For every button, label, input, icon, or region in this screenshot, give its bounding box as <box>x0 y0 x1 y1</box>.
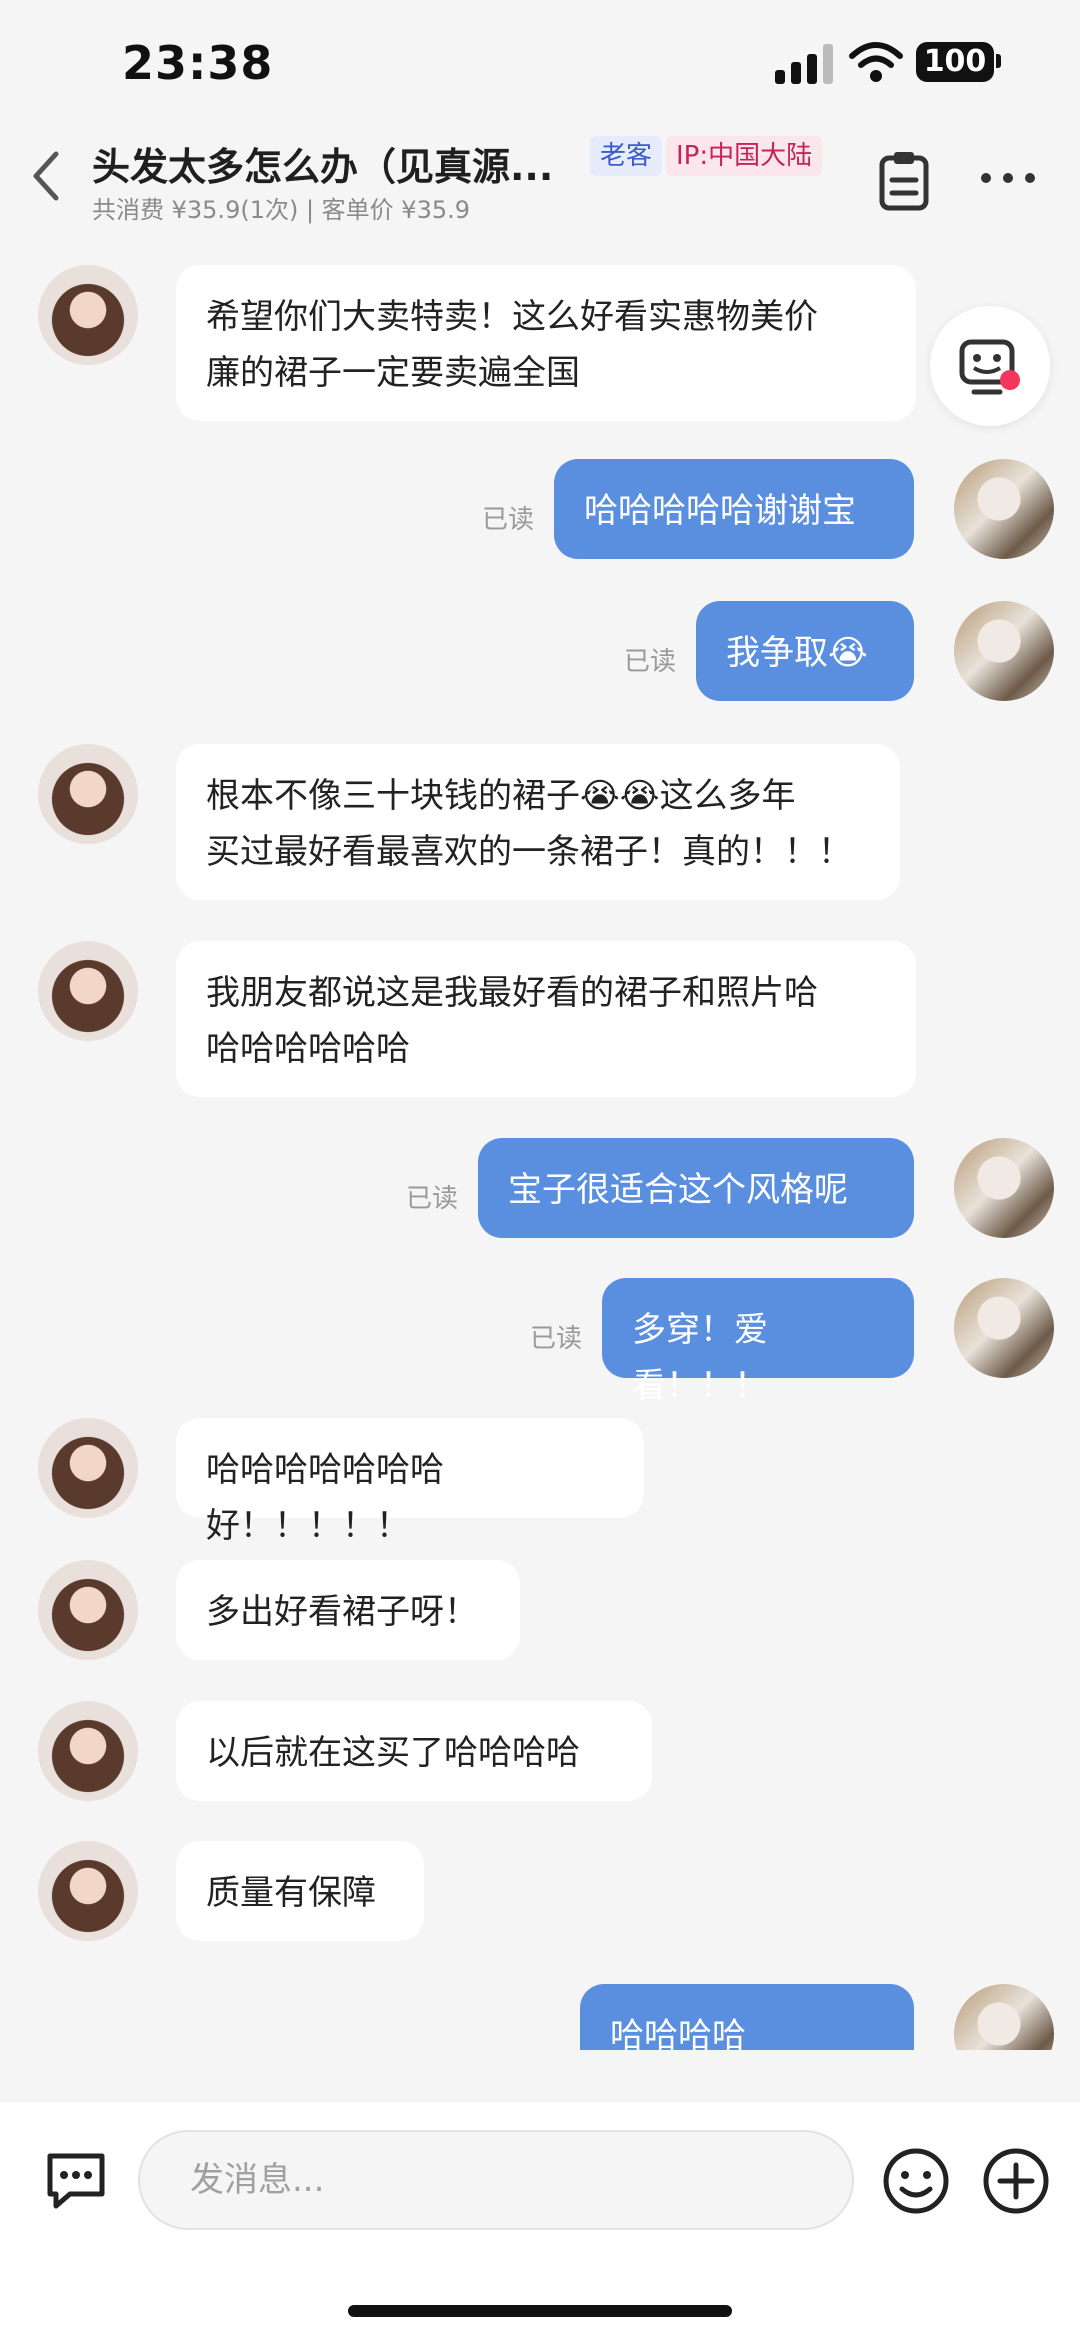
message-bubble[interactable]: 以后就在这买了哈哈哈哈 <box>176 1701 652 1801</box>
input-bar <box>0 2102 1080 2337</box>
read-receipt: 已读 <box>481 505 534 535</box>
home-indicator <box>348 2305 732 2317</box>
status-time: 23:38 <box>122 36 274 90</box>
message-bubble[interactable]: 多穿！爱看！！！ <box>602 1278 914 1406</box>
status-bar: 23:38 100 <box>0 0 1080 120</box>
customer-message: 以后就在这买了哈哈哈哈 <box>0 1701 1080 1801</box>
message-bubble[interactable]: 哈哈哈哈好！！！！ <box>580 1984 914 2050</box>
seller-message: 宝子很适合这个风格呢 已读 <box>0 1138 1080 1238</box>
message-bubble[interactable]: 我争取😭 <box>696 601 914 701</box>
plus-icon[interactable] <box>982 2147 1050 2215</box>
customer-avatar[interactable] <box>38 1560 138 1660</box>
seller-avatar[interactable] <box>954 601 1054 701</box>
message-bubble[interactable]: 哈哈哈哈哈谢谢宝 <box>554 459 914 559</box>
clipboard-icon[interactable] <box>876 148 932 212</box>
seller-message: 我争取😭 已读 <box>0 601 1080 701</box>
seller-message: 哈哈哈哈好！！！！ <box>0 1984 1080 2050</box>
message-bubble[interactable]: 根本不像三十块钱的裙子😭😭这么多年 买过最好看最喜欢的一条裙子！真的！！！ <box>176 744 900 900</box>
customer-message: 我朋友都说这是我最好看的裙子和照片哈 哈哈哈哈哈哈 <box>0 941 1080 1097</box>
wifi-icon <box>849 42 903 82</box>
customer-avatar[interactable] <box>38 265 138 365</box>
seller-avatar[interactable] <box>954 1984 1054 2050</box>
seller-avatar[interactable] <box>954 1278 1054 1378</box>
message-bubble[interactable]: 哈哈哈哈哈哈哈好！！！！！ <box>176 1418 644 1546</box>
customer-avatar[interactable] <box>38 1418 138 1518</box>
chat-menu-icon[interactable] <box>44 2150 108 2210</box>
message-input[interactable] <box>138 2130 854 2230</box>
read-receipt: 已读 <box>529 1324 582 1354</box>
customer-avatar[interactable] <box>38 1701 138 1801</box>
back-icon[interactable] <box>26 148 66 204</box>
ip-location-badge: IP:中国大陆 <box>666 136 823 176</box>
customer-type-badge: 老客 <box>590 136 663 176</box>
message-bubble[interactable]: 希望你们大卖特卖！这么好看实惠物美价 廉的裙子一定要卖遍全国 <box>176 265 916 421</box>
seller-avatar[interactable] <box>954 1138 1054 1238</box>
seller-message: 哈哈哈哈哈谢谢宝 已读 <box>0 459 1080 559</box>
message-bubble[interactable]: 我朋友都说这是我最好看的裙子和照片哈 哈哈哈哈哈哈 <box>176 941 916 1097</box>
message-bubble[interactable]: 多出好看裙子呀！ <box>176 1560 520 1660</box>
customer-message: 根本不像三十块钱的裙子😭😭这么多年 买过最好看最喜欢的一条裙子！真的！！！ <box>0 744 1080 900</box>
seller-message: 多穿！爱看！！！ 已读 <box>0 1278 1080 1406</box>
battery-tip <box>996 54 1001 68</box>
signal-icon <box>775 44 835 84</box>
customer-avatar[interactable] <box>38 1841 138 1941</box>
seller-avatar[interactable] <box>954 459 1054 559</box>
customer-message: 希望你们大卖特卖！这么好看实惠物美价 廉的裙子一定要卖遍全国 <box>0 265 1080 421</box>
robot-icon <box>959 339 1020 395</box>
customer-avatar[interactable] <box>38 941 138 1041</box>
customer-message: 质量有保障 <box>0 1841 1080 1941</box>
customer-avatar[interactable] <box>38 744 138 844</box>
chat-header: 头发太多怎么办（见真源... 老客 IP:中国大陆 共消费 ¥35.9(1次) … <box>0 120 1080 240</box>
emoji-icon[interactable] <box>882 2147 950 2215</box>
read-receipt: 已读 <box>405 1184 458 1214</box>
consumption-summary: 共消费 ¥35.9(1次) | 客单价 ¥35.9 <box>92 196 471 224</box>
chat-title[interactable]: 头发太多怎么办（见真源... <box>92 136 553 191</box>
message-bubble[interactable]: 宝子很适合这个风格呢 <box>478 1138 914 1238</box>
message-list[interactable]: 希望你们大卖特卖！这么好看实惠物美价 廉的裙子一定要卖遍全国 哈哈哈哈哈谢谢宝 已读… <box>0 250 1080 2050</box>
read-receipt: 已读 <box>623 647 676 677</box>
robot-assistant-button[interactable] <box>930 306 1050 426</box>
customer-message: 哈哈哈哈哈哈哈好！！！！！ <box>0 1418 1080 1546</box>
customer-message: 多出好看裙子呀！ <box>0 1560 1080 1660</box>
message-bubble[interactable]: 质量有保障 <box>176 1841 424 1941</box>
battery-indicator: 100 <box>916 42 994 82</box>
more-icon[interactable] <box>978 168 1038 188</box>
